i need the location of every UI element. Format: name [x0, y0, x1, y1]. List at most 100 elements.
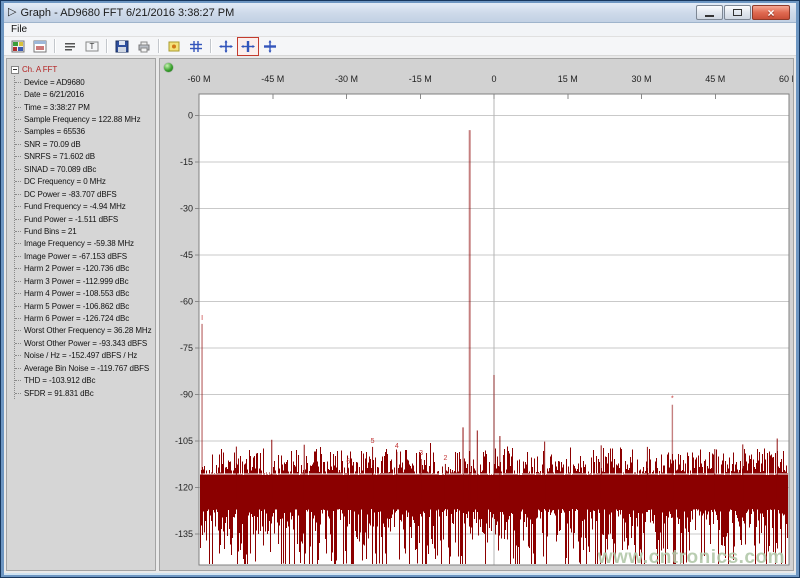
markers-toggle-button[interactable]: [163, 37, 185, 56]
maximize-icon: [733, 9, 742, 16]
grid-toggle-button[interactable]: [185, 37, 207, 56]
app-icon: ▷: [8, 7, 16, 18]
tree-item[interactable]: SNR = 70.09 dB: [15, 138, 155, 150]
y-axis-label: -15: [180, 157, 193, 167]
tree-item-label: Device = AD9680: [24, 78, 85, 87]
collapse-icon[interactable]: [11, 66, 19, 74]
tree-item-label: Harm 4 Power = -108.553 dBc: [24, 289, 129, 298]
tree-item[interactable]: Fund Power = -1.511 dBFS: [15, 213, 155, 225]
tree-item[interactable]: SNRFS = 71.602 dB: [15, 151, 155, 163]
tree-connector: [15, 256, 21, 257]
x-axis-label: 30 M: [631, 74, 651, 84]
toolbar: T: [4, 37, 796, 56]
tree-item[interactable]: SFDR = 91.831 dBc: [15, 387, 155, 399]
tree-item[interactable]: Harm 3 Power = -112.999 dBc: [15, 275, 155, 287]
tree-connector: [15, 380, 21, 381]
tree-connector: [15, 318, 21, 319]
x-axis-label: 45 M: [705, 74, 725, 84]
zoom-vertical-icon: [263, 40, 277, 53]
x-axis-label: 60 M: [779, 74, 794, 84]
tree-connector: [15, 169, 21, 170]
tree-item[interactable]: Harm 5 Power = -106.862 dBc: [15, 300, 155, 312]
y-axis-label: -75: [180, 343, 193, 353]
tree-item[interactable]: Fund Frequency = -4.94 MHz: [15, 200, 155, 212]
save-icon: [115, 40, 129, 53]
print-icon: [137, 40, 151, 53]
tree-item[interactable]: THD = -103.912 dBc: [15, 375, 155, 387]
tree-item[interactable]: Harm 6 Power = -126.724 dBc: [15, 312, 155, 324]
tree-item[interactable]: Harm 2 Power = -120.736 dBc: [15, 263, 155, 275]
tree-item[interactable]: Samples = 65536: [15, 126, 155, 138]
legend-toggle-button[interactable]: [59, 37, 81, 56]
tree-item[interactable]: Device = AD9680: [15, 76, 155, 88]
svg-text:T: T: [90, 42, 95, 51]
tree-item-label: Worst Other Power = -93.343 dBFS: [24, 339, 147, 348]
content-area: Ch. A FFT Device = AD9680 Date = 6/21/201…: [4, 56, 796, 573]
save-data-button[interactable]: [111, 37, 133, 56]
y-axis-label: -45: [180, 250, 193, 260]
tree-item[interactable]: DC Frequency = 0 MHz: [15, 176, 155, 188]
peak-label: 4: [395, 443, 399, 450]
peak-label: 3: [419, 450, 423, 457]
app-window: ▷ Graph - AD9680 FFT 6/21/2016 3:38:27 P…: [0, 0, 800, 578]
tree-item[interactable]: Noise / Hz = -152.497 dBFS / Hz: [15, 350, 155, 362]
tree-item[interactable]: Average Bin Noise = -119.767 dBFS: [15, 362, 155, 374]
zoom-fit-icon: [219, 40, 233, 53]
tree-item[interactable]: DC Power = -83.707 dBFS: [15, 188, 155, 200]
tree-connector: [15, 219, 21, 220]
tree-item[interactable]: Date = 6/21/2016: [15, 88, 155, 100]
y-axis-label: -60: [180, 297, 193, 307]
tree-item[interactable]: Sample Frequency = 122.88 MHz: [15, 113, 155, 125]
tree-item-label: Fund Frequency = -4.94 MHz: [24, 202, 126, 211]
peak-label: 6: [346, 459, 350, 466]
peak-label: *: [671, 396, 674, 403]
tree-item[interactable]: Image Frequency = -59.38 MHz: [15, 238, 155, 250]
zoom-fit-button[interactable]: [215, 37, 237, 56]
fft-chart[interactable]: -60 M-45 M-30 M-15 M015 M30 M45 M60 M0-1…: [160, 59, 794, 571]
tree-item[interactable]: Image Power = -67.153 dBFS: [15, 250, 155, 262]
print-button[interactable]: [133, 37, 155, 56]
toolbar-separator: [54, 39, 56, 53]
menu-bar: File: [4, 23, 796, 37]
tree-item[interactable]: Fund Bins = 21: [15, 225, 155, 237]
tree-item-label: Worst Other Frequency = 36.28 MHz: [24, 326, 152, 335]
tree-connector: [15, 293, 21, 294]
minimize-button[interactable]: [696, 5, 723, 20]
tree-root[interactable]: Ch. A FFT: [11, 63, 155, 76]
tree-children: Device = AD9680 Date = 6/21/2016 Time = 3:…: [14, 76, 155, 399]
tree-item-label: Time = 3:38:27 PM: [24, 103, 90, 112]
export-image-button[interactable]: [7, 37, 29, 56]
tree-item-label: Image Power = -67.153 dBFS: [24, 252, 127, 261]
tree-item[interactable]: Time = 3:38:27 PM: [15, 101, 155, 113]
tree-item[interactable]: SINAD = 70.089 dBc: [15, 163, 155, 175]
tree-item[interactable]: Worst Other Power = -93.343 dBFS: [15, 337, 155, 349]
tree-item-label: Harm 2 Power = -120.736 dBc: [24, 264, 129, 273]
tree-item-label: DC Power = -83.707 dBFS: [24, 190, 117, 199]
tree-connector: [15, 144, 21, 145]
title-bar[interactable]: ▷ Graph - AD9680 FFT 6/21/2016 3:38:27 P…: [4, 3, 796, 23]
tree-item-label: THD = -103.912 dBc: [24, 376, 95, 385]
window-title: Graph - AD9680 FFT 6/21/2016 3:38:27 PM: [20, 7, 234, 19]
tree-item-label: Image Frequency = -59.38 MHz: [24, 239, 134, 248]
maximize-button[interactable]: [724, 5, 751, 20]
tree-connector: [15, 156, 21, 157]
y-axis-label: 0: [188, 111, 193, 121]
copy-to-clipboard-button[interactable]: [29, 37, 51, 56]
zoom-horizontal-button[interactable]: [237, 37, 259, 56]
peak-label: I: [201, 315, 203, 322]
menu-file[interactable]: File: [4, 24, 34, 35]
toolbar-separator: [210, 39, 212, 53]
tree-item[interactable]: Worst Other Frequency = 36.28 MHz: [15, 325, 155, 337]
tree-connector: [15, 330, 21, 331]
tree-item-label: Samples = 65536: [24, 127, 85, 136]
tree-item-label: Noise / Hz = -152.497 dBFS / Hz: [24, 351, 137, 360]
tree-item-label: Date = 6/21/2016: [24, 90, 84, 99]
close-button[interactable]: ×: [752, 5, 790, 20]
tree-item-label: SFDR = 91.831 dBc: [24, 389, 94, 398]
y-axis-label: -135: [175, 529, 193, 539]
toolbar-separator: [158, 39, 160, 53]
tree-item-label: DC Frequency = 0 MHz: [24, 177, 106, 186]
tree-item[interactable]: Harm 4 Power = -108.553 dBc: [15, 287, 155, 299]
cursor-labels-button[interactable]: T: [81, 37, 103, 56]
zoom-vertical-button[interactable]: [259, 37, 281, 56]
